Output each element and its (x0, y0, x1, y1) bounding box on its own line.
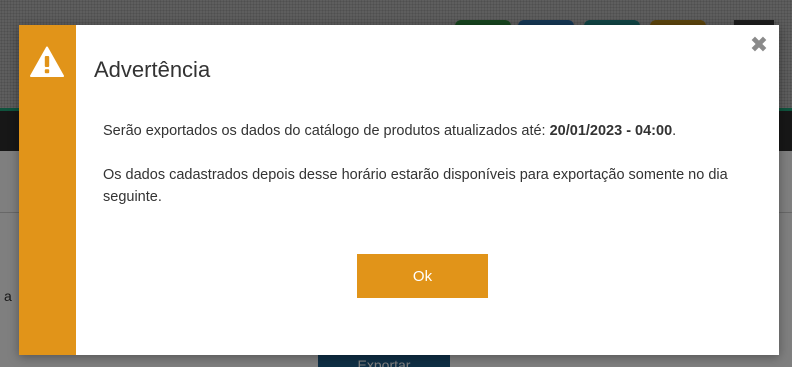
close-icon[interactable]: ✖ (749, 34, 769, 56)
export-info-text: Serão exportados os dados do catálogo de… (103, 123, 550, 139)
export-info-suffix: . (672, 123, 677, 139)
dialog-accent-sidebar (19, 25, 76, 355)
export-cutoff-date: 20/01/2023 - 04:00 (549, 123, 673, 139)
warning-dialog: ✖ Advertência Serão exportados os dados … (19, 25, 779, 355)
availability-notice: Os dados cadastrados depois desse horári… (103, 167, 728, 205)
dialog-body: Serão exportados os dados do catálogo de… (103, 120, 743, 208)
dialog-title: Advertência (94, 57, 211, 82)
export-info-paragraph: Serão exportados os dados do catálogo de… (103, 120, 743, 142)
ok-button[interactable]: Ok (357, 254, 488, 298)
warning-icon (30, 46, 64, 77)
